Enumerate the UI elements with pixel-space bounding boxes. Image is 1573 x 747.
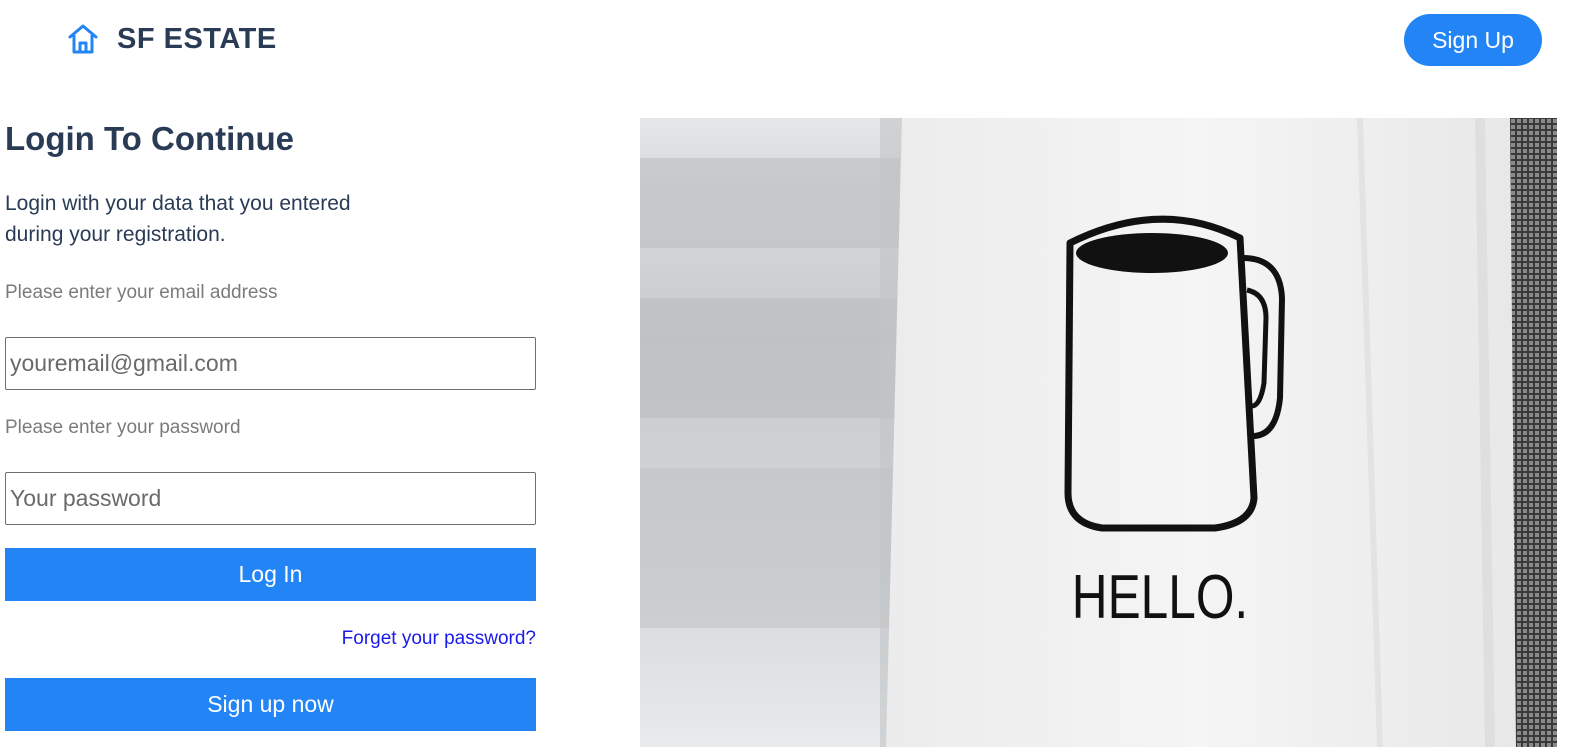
email-input[interactable] [5, 337, 536, 390]
home-icon [68, 24, 98, 54]
signup-now-button[interactable]: Sign up now [5, 678, 536, 731]
mug-towel-photo: HELLO. [640, 118, 1557, 747]
page-title: Login To Continue [5, 120, 294, 157]
top-header: SF ESTATE Sign Up [0, 0, 1573, 80]
login-button[interactable]: Log In [5, 548, 536, 601]
login-form: Login To Continue Login with your data t… [5, 120, 536, 731]
forgot-password-link[interactable]: Forget your password? [342, 628, 536, 650]
signup-button[interactable]: Sign Up [1404, 14, 1542, 66]
hero-image: HELLO. [640, 118, 1557, 747]
email-label: Please enter your email address [5, 282, 278, 303]
login-subtitle: Login with your data that you entered du… [5, 192, 351, 246]
password-label: Please enter your password [5, 417, 241, 438]
brand-logo[interactable]: SF ESTATE [66, 22, 277, 56]
hello-text: HELLO. [1072, 562, 1248, 632]
password-input[interactable] [5, 472, 536, 525]
brand-name: SF ESTATE [117, 22, 277, 55]
